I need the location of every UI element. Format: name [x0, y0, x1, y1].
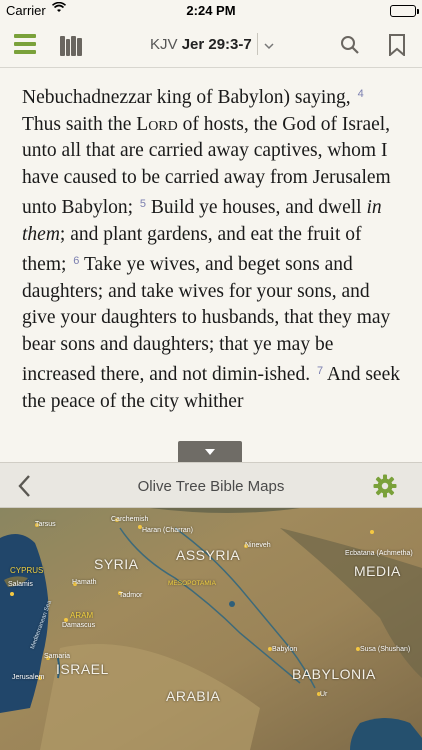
gear-icon[interactable] — [373, 474, 397, 498]
map-region-label[interactable]: ISRAEL — [56, 661, 109, 677]
battery-icon — [390, 5, 419, 17]
bible-text-panel[interactable]: Nebuchadnezzar king of Babylon) saying, … — [0, 69, 422, 462]
search-icon[interactable] — [340, 35, 360, 55]
verse-number[interactable]: 4 — [358, 88, 364, 100]
map-region-label[interactable]: MEDIA — [354, 563, 401, 579]
map-city-label[interactable]: Susa (Shushan) — [360, 646, 410, 653]
map-region-label[interactable]: ARABIA — [166, 688, 220, 704]
map-city-label[interactable]: Hamath — [72, 579, 97, 586]
map-city-label[interactable]: Ecbatana (Achmetha) — [345, 550, 413, 557]
map-city-label[interactable]: Tadmor — [119, 592, 142, 599]
collapse-arrow-icon[interactable] — [178, 441, 242, 462]
verse-5-text-a: Build ye houses, and dwell — [150, 197, 367, 218]
scripture-paragraph: Nebuchadnezzar king of Babylon) saying, … — [22, 81, 402, 415]
map-panel-header: Olive Tree Bible Maps — [0, 462, 422, 508]
map-city-label[interactable]: Jerusalem — [12, 674, 44, 681]
map-city-label[interactable]: Samaria — [44, 653, 70, 660]
verse-number[interactable]: 6 — [73, 255, 79, 267]
bookmark-icon[interactable] — [387, 34, 407, 58]
verse-4-lord: Lord — [136, 113, 178, 135]
map-city-label[interactable]: Damascus — [62, 622, 95, 629]
status-bar: Carrier 2:24 PM — [0, 0, 422, 22]
map-region-label[interactable]: MESOPOTAMIA — [168, 580, 216, 587]
divider — [257, 33, 258, 55]
map-terrain — [0, 508, 422, 750]
map-city-label[interactable]: Salamis — [8, 581, 33, 588]
map-city-label[interactable]: Ur — [320, 691, 327, 698]
bible-version: KJV — [150, 36, 178, 53]
toolbar: KJV Jer 29:3-7 — [0, 22, 422, 68]
passage-reference: Jer 29:3-7 — [181, 36, 252, 53]
map-city-label[interactable]: Haran (Charran) — [142, 527, 193, 534]
map-region-label[interactable]: BABYLONIA — [292, 666, 376, 682]
map-city-label[interactable]: Tarsus — [35, 521, 56, 528]
menu-icon[interactable] — [14, 34, 36, 54]
chevron-down-icon[interactable] — [263, 35, 275, 55]
map-island-label[interactable]: CYPRUS — [10, 566, 43, 575]
verse-4-text-a: Thus saith the — [22, 113, 137, 135]
map-city-label[interactable]: Nineveh — [245, 542, 271, 549]
map-region-label[interactable]: SYRIA — [94, 556, 139, 572]
clock: 2:24 PM — [186, 3, 236, 18]
map-city-label[interactable]: Babylon — [272, 646, 297, 653]
verse-3-end: Nebuchadnezzar king of Babylon) saying, — [22, 87, 351, 108]
map-city-label[interactable]: Carchemish — [111, 516, 148, 523]
map-region-label[interactable]: ASSYRIA — [176, 547, 240, 563]
map-panel-title: Olive Tree Bible Maps — [137, 478, 285, 495]
verse-number[interactable]: 5 — [140, 198, 146, 210]
bible-map[interactable]: SYRIA ASSYRIA MEDIA ISRAEL ARABIA BABYLO… — [0, 508, 422, 750]
verse-number[interactable]: 7 — [317, 365, 323, 377]
passage-selector[interactable]: KJV Jer 29:3-7 — [150, 33, 274, 55]
map-region-label[interactable]: ARAM — [70, 611, 93, 620]
library-icon[interactable] — [60, 34, 82, 56]
